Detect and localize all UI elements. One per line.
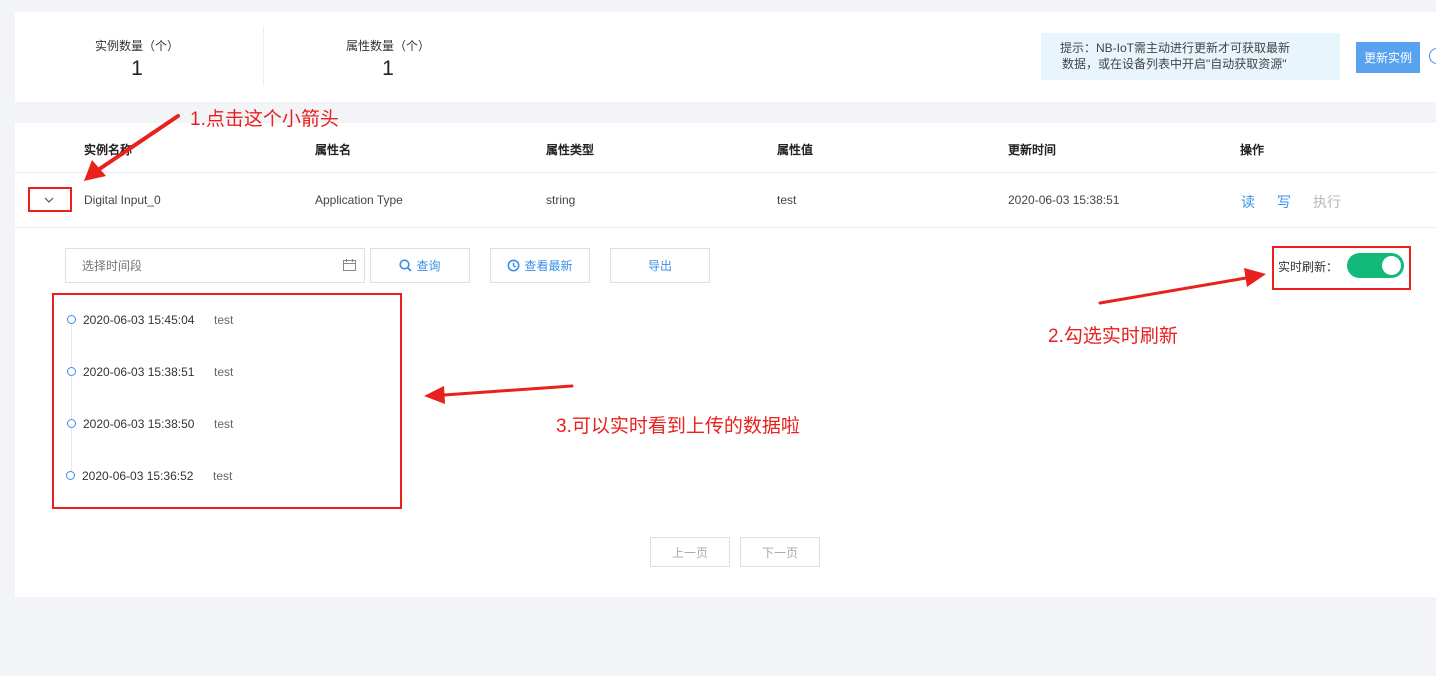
annotation-arrow-1 <box>84 114 180 181</box>
annotation-arrow-3 <box>424 384 574 404</box>
annotation-arrow-2 <box>1098 268 1266 305</box>
annotation-arrows <box>84 114 1266 404</box>
